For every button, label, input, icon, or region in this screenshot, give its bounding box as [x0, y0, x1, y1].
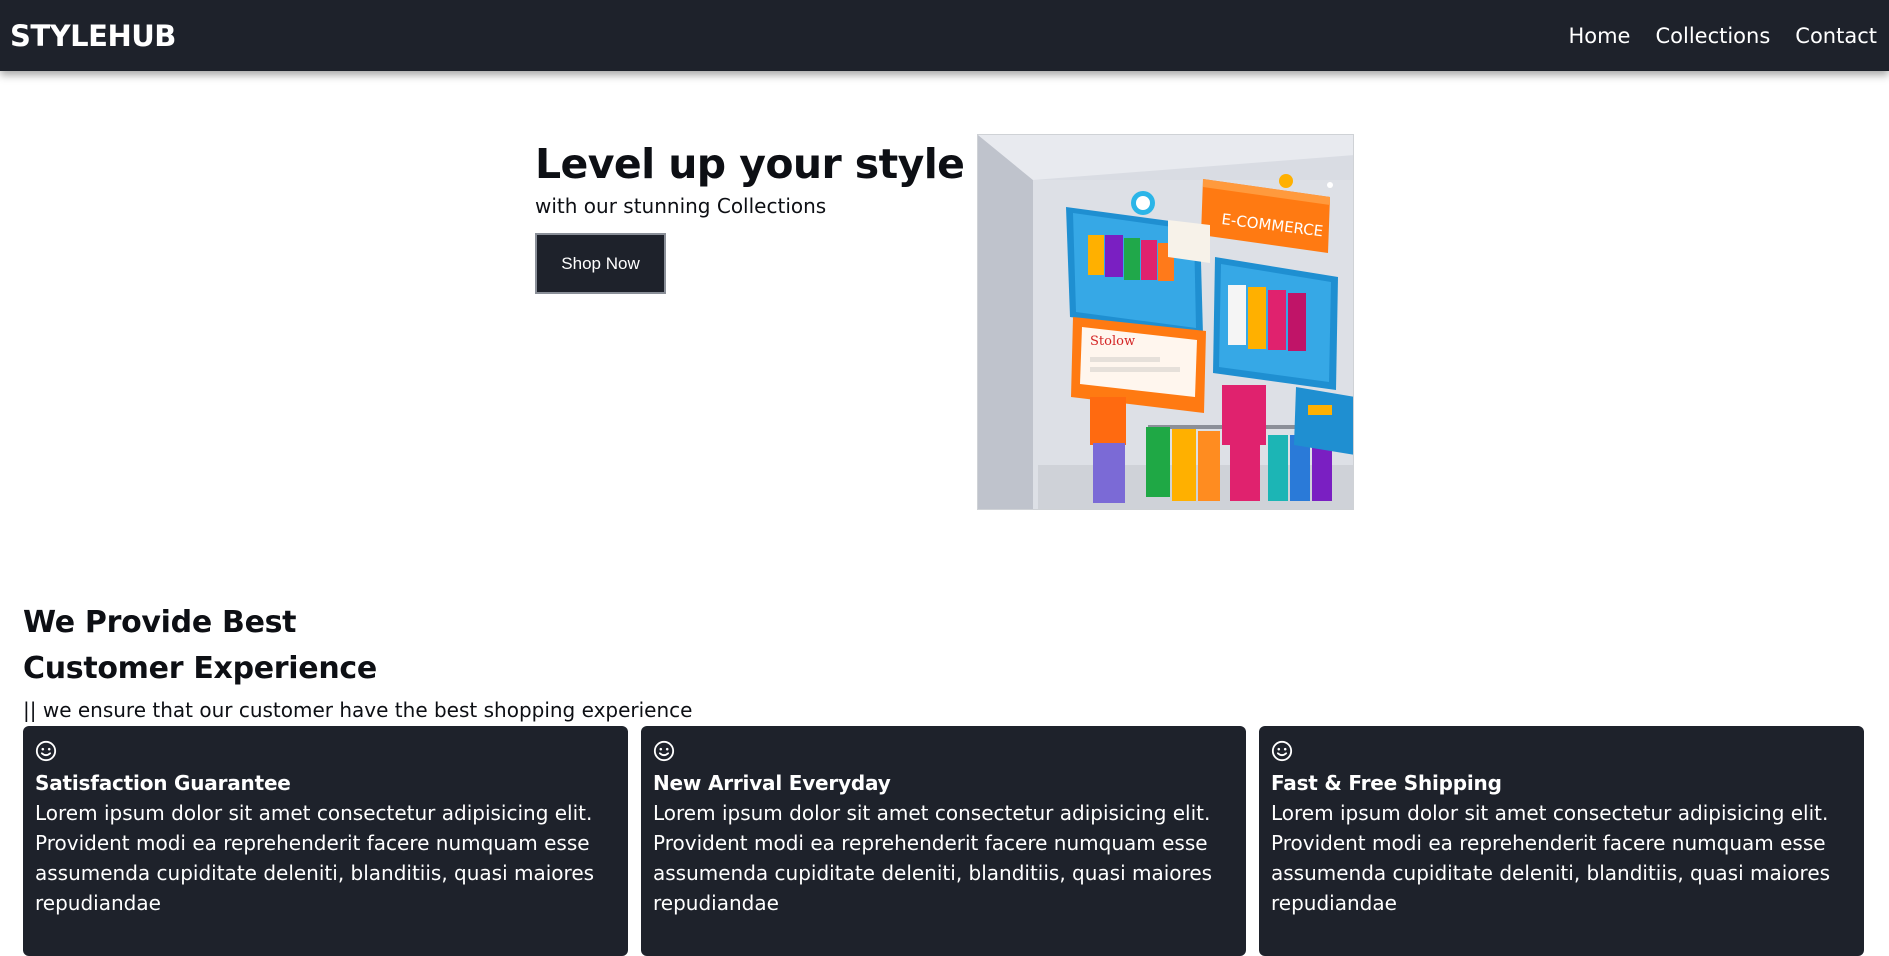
card-body: Lorem ipsum dolor sit amet consectetur a…	[653, 801, 1213, 915]
card-title: New Arrival Everyday	[653, 771, 891, 795]
navbar: STYLEHUB Home Collections Contact	[0, 0, 1889, 71]
shop-now-button[interactable]: Shop Now	[535, 233, 666, 294]
experience-heading: We Provide Best Customer Experience	[23, 600, 443, 692]
card-body: Lorem ipsum dolor sit amet consectetur a…	[1271, 801, 1831, 915]
card-body: Lorem ipsum dolor sit amet consectetur a…	[35, 801, 595, 915]
experience-subtitle: || we ensure that our customer have the …	[23, 698, 693, 722]
hero-title: Level up your style	[535, 140, 965, 188]
nav-links: Home Collections Contact	[1568, 24, 1877, 48]
nav-link-collections[interactable]: Collections	[1655, 24, 1770, 48]
hero-illustration: E-COMMERCE Stolow	[977, 134, 1354, 510]
experience-heading-line2: Customer Experience	[23, 651, 377, 686]
card-title: Satisfaction Guarantee	[35, 771, 291, 795]
nav-link-contact[interactable]: Contact	[1795, 24, 1877, 48]
nav-link-home[interactable]: Home	[1568, 24, 1630, 48]
smiley-icon	[35, 740, 57, 762]
svg-text:Stolow: Stolow	[1090, 334, 1135, 349]
smiley-icon	[1271, 740, 1293, 762]
blue-screen-right	[1213, 257, 1338, 390]
hero-subtitle: with our stunning Collections	[535, 194, 827, 218]
brand-logo[interactable]: STYLEHUB	[10, 19, 176, 53]
smiley-icon	[653, 740, 675, 762]
hero-section: Level up your style with our stunning Co…	[535, 138, 965, 294]
card-title: Fast & Free Shipping	[1271, 771, 1502, 795]
experience-heading-line1: We Provide Best	[23, 605, 297, 640]
